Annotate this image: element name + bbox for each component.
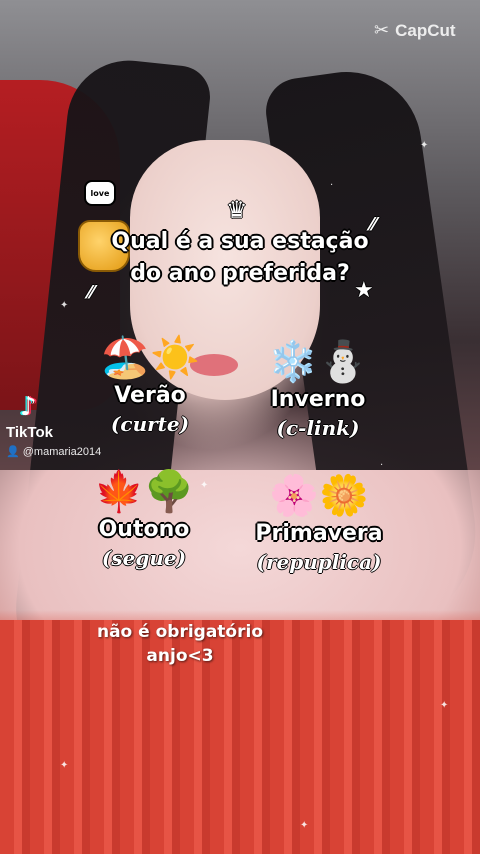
option-action: (repuplica) — [256, 550, 382, 574]
note-text: não é obrigatório anjo<3 — [70, 620, 290, 668]
capcut-watermark: ✂ CapCut — [374, 20, 456, 41]
username-text: @mamaria2014 — [22, 446, 102, 458]
option-inverno: ❄️⛄ Inverno (c-link) — [248, 338, 388, 442]
sparkle-icon: · — [380, 460, 384, 471]
capcut-logo-icon: ✂ — [374, 20, 390, 41]
tiktok-label: TikTok — [6, 424, 53, 441]
sparkle-icon: ✦ — [60, 760, 69, 771]
option-action: (segue) — [101, 546, 187, 570]
option-name: Outono — [98, 517, 190, 542]
tiktok-username[interactable]: 👤 @mamaria2014 — [6, 445, 101, 458]
user-icon: 👤 — [6, 446, 20, 458]
tiktok-watermark[interactable]: ♪ TikTok 👤 @mamaria2014 — [6, 392, 101, 458]
sparkle-icon: ✦ — [420, 140, 429, 151]
option-action: (c-link) — [276, 416, 360, 440]
flowers-icon: 🌸🌼 — [269, 473, 369, 519]
question-line-1: Qual é a sua estação — [111, 229, 369, 254]
sparkle-icon: · — [330, 180, 334, 191]
capcut-label: CapCut — [395, 20, 456, 40]
sparkle-icon: ✦ — [300, 820, 309, 831]
leaf-tree-icon: 🍁🌳 — [94, 469, 194, 515]
crown-icon: ♛ — [226, 196, 248, 224]
love-speech-bubble-icon: love — [84, 180, 116, 206]
option-verao: 🏖️☀️ Verão (curte) — [90, 334, 210, 438]
tiktok-logo-icon: ♪ — [20, 392, 37, 422]
sparkle-icon: ✦ — [440, 700, 449, 711]
question-title: Qual é a sua estação do ano preferida? — [70, 226, 410, 290]
option-name: Verão — [114, 383, 186, 408]
option-outono: 🍁🌳 Outono (segue) — [84, 468, 204, 572]
note-line-2: anjo<3 — [146, 646, 214, 666]
note-line-1: não é obrigatório — [96, 622, 263, 642]
question-line-2: do ano preferida? — [130, 261, 350, 286]
option-primavera: 🌸🌼 Primavera (repuplica) — [236, 472, 402, 576]
option-name: Inverno — [270, 387, 366, 412]
beach-sun-icon: 🏖️☀️ — [100, 335, 200, 381]
option-name: Primavera — [255, 521, 383, 546]
sparkle-icon: ✦ — [60, 300, 69, 311]
option-action: (curte) — [110, 412, 190, 436]
video-frame[interactable]: ✦ ✦ · ✦ ✦ ✦ ✦ · ✂ CapCut love ♛ ⁄⁄ ⁄⁄ ★ … — [0, 0, 480, 854]
snowflake-snowman-icon: ❄️⛄ — [268, 339, 368, 385]
